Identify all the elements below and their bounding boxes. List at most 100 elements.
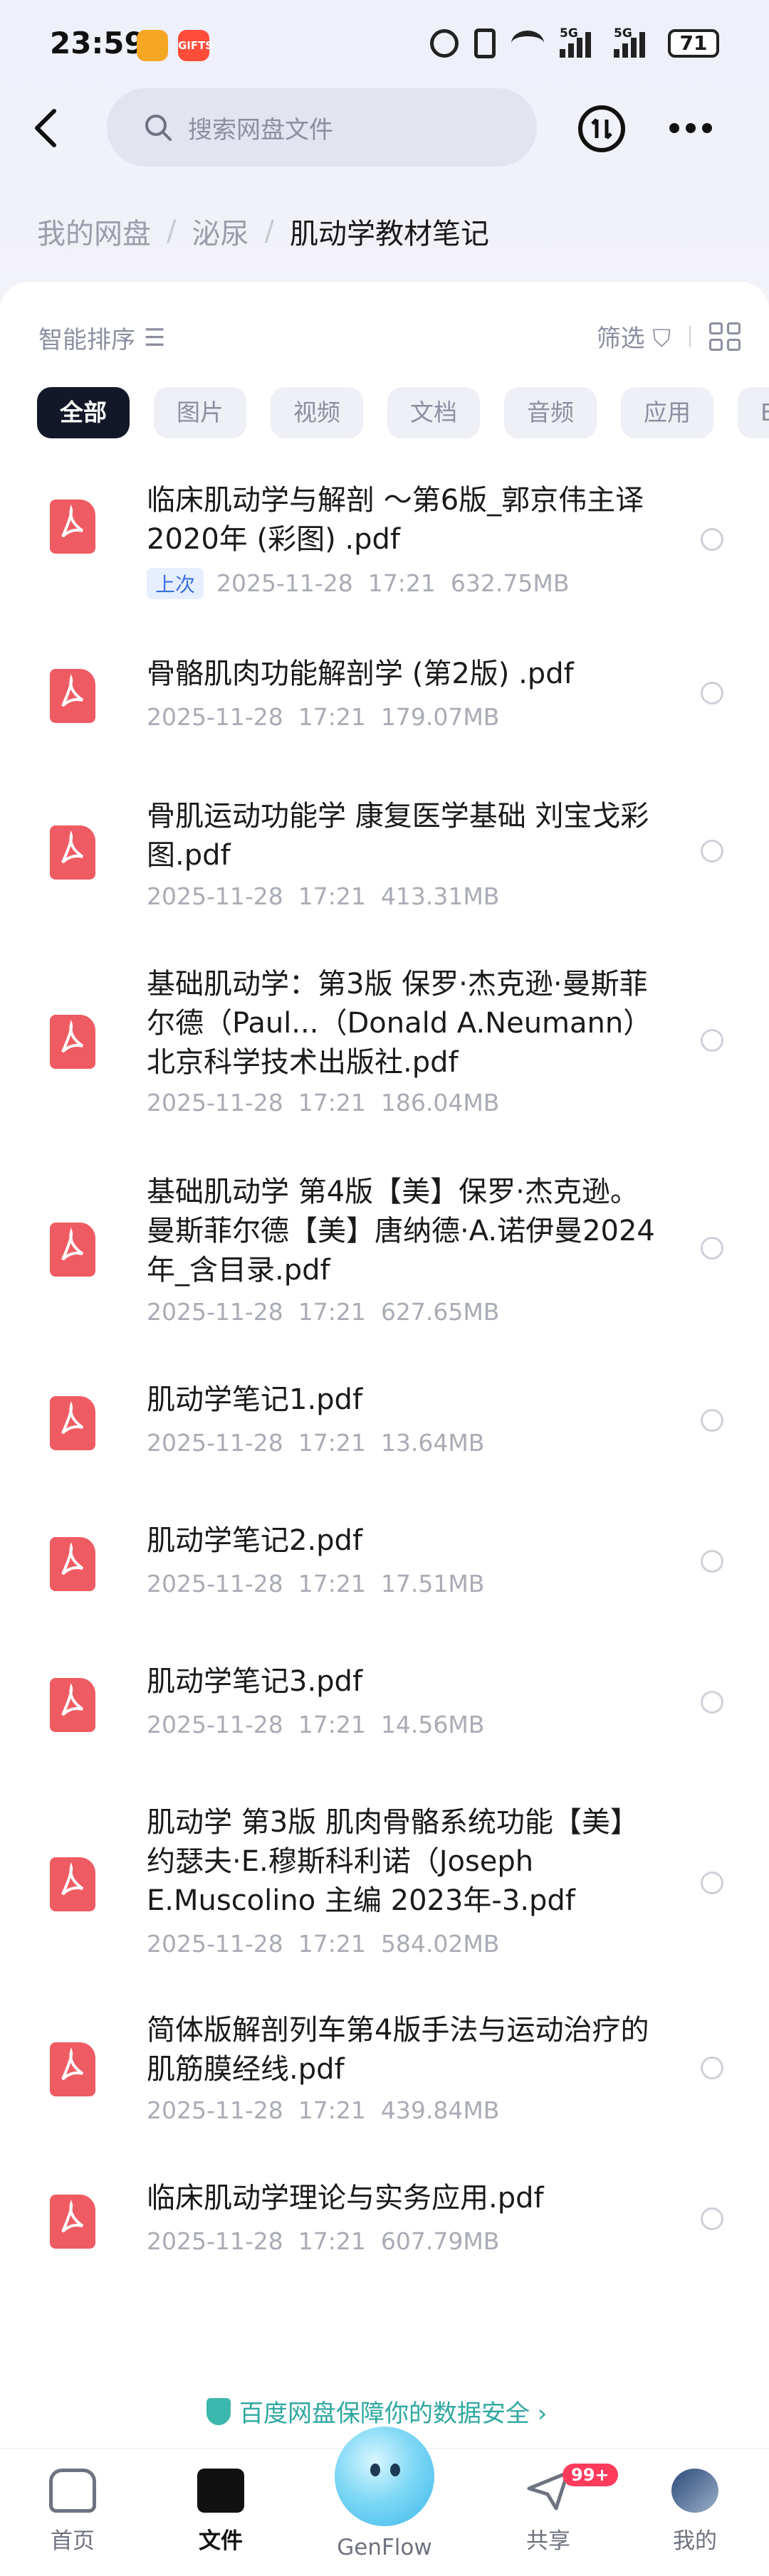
pdf-file-icon (50, 1678, 95, 1732)
file-row[interactable]: 临床肌动学与解剖 ～第6版_郭京伟主译2020年 (彩图) .pdf 上次 202… (0, 455, 769, 599)
chip-bt[interactable]: BT (738, 387, 769, 438)
file-row[interactable]: 简体版解剖列车第4版手法与运动治疗的肌筋膜经线.pdf 2025-11-28 1… (0, 2011, 769, 2168)
status-time: 23:59 (50, 26, 145, 60)
file-meta: 2025-11-28 17:21 186.04MB (147, 1089, 500, 1117)
nav-files-label: 文件 (199, 2528, 243, 2554)
last-opened-tag: 上次 (147, 568, 204, 599)
file-name: 肌动学 第3版 肌肉骨骼系统功能【美】约瑟夫·E.穆斯科利诺（Joseph E.… (147, 1806, 639, 1917)
select-checkbox[interactable] (701, 1550, 723, 1573)
pdf-file-icon (50, 669, 95, 723)
file-meta: 2025-11-28 17:21 413.31MB (147, 882, 500, 910)
file-name: 骨肌运动功能学 康复医学基础 刘宝戈彩图.pdf (147, 800, 649, 872)
grid-view-icon[interactable] (709, 322, 741, 351)
file-name: 骨骼肌肉功能解剖学 (第2版) .pdf (147, 658, 574, 690)
select-checkbox[interactable] (701, 2207, 723, 2230)
home-icon (49, 2469, 96, 2513)
chip-documents[interactable]: 文档 (387, 387, 480, 438)
signal-icon: 5G (614, 26, 652, 58)
file-row[interactable]: 肌动学笔记1.pdf 2025-11-28 17:21 13.64MB (0, 1381, 769, 1501)
battery-indicator: 71 (668, 29, 719, 58)
select-checkbox[interactable] (701, 840, 723, 862)
select-checkbox[interactable] (701, 1237, 723, 1260)
select-checkbox[interactable] (701, 1691, 723, 1714)
pdf-file-icon (50, 1223, 95, 1277)
select-checkbox[interactable] (701, 2057, 723, 2079)
share-badge: 99+ (563, 2464, 618, 2486)
security-text: 百度网盘保障你的数据安全 › (239, 2400, 548, 2428)
file-meta: 2025-11-28 17:21 17.51MB (147, 1570, 485, 1598)
pdf-file-icon (50, 1015, 95, 1069)
file-row[interactable]: 骨骼肌肉功能解剖学 (第2版) .pdf 2025-11-28 17:21 17… (0, 598, 769, 731)
file-row[interactable]: 肌动学笔记2.pdf 2025-11-28 17:21 17.51MB (0, 1521, 769, 1642)
pdf-file-icon (50, 2042, 95, 2096)
category-chips: 全部 图片 视频 文档 音频 应用 BT (37, 387, 769, 438)
breadcrumb-separator: / (264, 215, 274, 248)
filter-icon: ⛉ (652, 324, 671, 353)
breadcrumb-item[interactable]: 泌尿 (192, 211, 249, 252)
file-row[interactable]: 基础肌动学 第4版【美】保罗·杰克逊。曼斯菲尔德【美】唐纳德·A.诺伊曼2024… (0, 1173, 769, 1372)
back-icon[interactable] (28, 107, 64, 149)
status-bar: 23:59 GIFTS 5G 5G 71 (0, 0, 769, 93)
search-icon (145, 115, 172, 141)
genflow-mascot-icon[interactable] (335, 2427, 434, 2526)
pdf-file-icon (50, 1857, 95, 1911)
file-row[interactable]: 基础肌动学：第3版 保罗·杰克逊·曼斯菲尔德（Paul...（Donald A.… (0, 965, 769, 1164)
security-link[interactable]: 百度网盘保障你的数据安全 › (206, 2394, 547, 2429)
select-checkbox[interactable] (701, 1872, 723, 1894)
nav-home[interactable]: 首页 (23, 2469, 122, 2555)
select-checkbox[interactable] (701, 682, 723, 704)
chip-all[interactable]: 全部 (37, 387, 130, 438)
file-row[interactable]: 肌动学 第3版 肌肉骨骼系统功能【美】约瑟夫·E.穆斯科利诺（Joseph E.… (0, 1803, 769, 2002)
filter-toolbar: 筛选 ⛉ (597, 319, 741, 354)
select-checkbox[interactable] (701, 1029, 723, 1052)
chip-images[interactable]: 图片 (154, 387, 246, 438)
breadcrumb-item[interactable]: 我的网盘 (37, 211, 151, 252)
file-name: 基础肌动学：第3版 保罗·杰克逊·曼斯菲尔德（Paul...（Donald A.… (147, 968, 652, 1079)
file-meta: 2025-11-28 17:21 13.64MB (147, 1429, 485, 1457)
chip-audio[interactable]: 音频 (504, 387, 597, 438)
pdf-file-icon (50, 500, 95, 554)
file-name: 临床肌动学与解剖 ～第6版_郭京伟主译2020年 (彩图) .pdf (147, 484, 644, 556)
pdf-file-icon (50, 825, 95, 880)
avatar (671, 2469, 718, 2513)
file-row[interactable]: 骨肌运动功能学 康复医学基础 刘宝戈彩图.pdf 2025-11-28 17:2… (0, 797, 769, 954)
notification-app-icon (137, 30, 168, 61)
nav-share-label: 共享 (526, 2528, 570, 2554)
shield-icon (206, 2397, 231, 2425)
file-name: 简体版解剖列车第4版手法与运动治疗的肌筋膜经线.pdf (147, 2014, 649, 2086)
file-meta: 上次 2025-11-28 17:21 632.75MB (147, 568, 569, 599)
wifi-icon (511, 31, 544, 56)
folder-icon (197, 2469, 244, 2513)
file-name: 肌动学笔记3.pdf (147, 1665, 363, 1698)
filter-button[interactable]: 筛选 ⛉ (597, 319, 671, 354)
chip-apps[interactable]: 应用 (621, 387, 713, 438)
select-checkbox[interactable] (701, 1409, 723, 1432)
file-row[interactable]: 肌动学笔记3.pdf 2025-11-28 17:21 14.56MB (0, 1662, 769, 1783)
search-input[interactable]: 搜索网盘文件 (107, 88, 537, 167)
pdf-file-icon (50, 1396, 95, 1450)
alarm-icon (430, 29, 459, 58)
file-meta: 2025-11-28 17:21 627.65MB (147, 1298, 500, 1326)
pdf-file-icon (50, 2195, 95, 2249)
nav-home-label: 首页 (51, 2528, 95, 2554)
sort-button[interactable]: 智能排序 ☰ (38, 320, 165, 355)
vibrate-icon (474, 28, 496, 58)
breadcrumb-separator: / (167, 215, 177, 248)
file-row[interactable]: 临床肌动学理论与实务应用.pdf 2025-11-28 17:21 607.79… (0, 2179, 769, 2300)
nav-mine[interactable]: 我的 (645, 2469, 745, 2555)
file-name: 肌动学笔记1.pdf (147, 1383, 363, 1416)
pdf-file-icon (50, 1537, 95, 1591)
nav-genflow-label: GenFlow (337, 2535, 432, 2560)
signal-icon: 5G (560, 26, 598, 58)
chip-videos[interactable]: 视频 (271, 387, 363, 438)
nav-files[interactable]: 文件 (171, 2469, 271, 2555)
sort-label: 智能排序 (38, 326, 135, 354)
sort-icon: ☰ (144, 323, 166, 352)
file-name: 基础肌动学 第4版【美】保罗·杰克逊。曼斯菲尔德【美】唐纳德·A.诺伊曼2024… (147, 1176, 655, 1287)
transfer-icon[interactable] (578, 105, 625, 152)
divider (689, 325, 691, 347)
select-checkbox[interactable] (701, 528, 723, 551)
more-options-icon[interactable] (669, 121, 712, 135)
breadcrumb: 我的网盘 / 泌尿 / 肌动学教材笔记 (37, 211, 489, 252)
file-meta: 2025-11-28 17:21 584.02MB (147, 1930, 500, 1958)
